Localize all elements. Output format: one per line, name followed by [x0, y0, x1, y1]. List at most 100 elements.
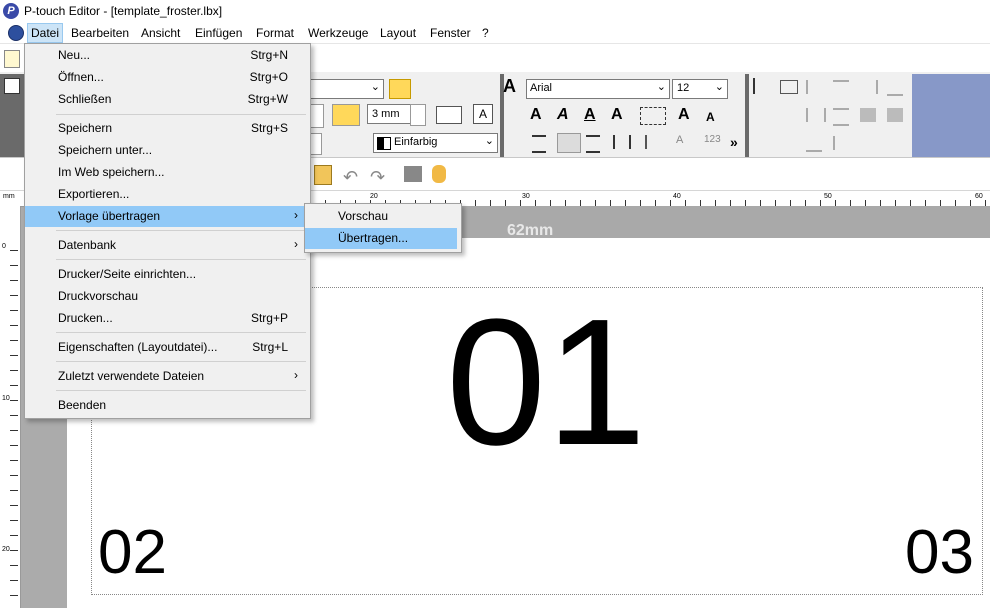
justify-icon[interactable] [613, 135, 631, 149]
ribbon-blue-panel [912, 74, 990, 157]
align-center-icon[interactable] [557, 133, 581, 153]
menu-item-save-as[interactable]: Speichern unter... [25, 140, 308, 161]
font-name-combo[interactable]: Arial ⌄ [526, 79, 670, 99]
underline-icon[interactable]: A [584, 106, 596, 124]
submenu-item-preview[interactable]: Vorschau [305, 206, 457, 227]
distribute-v-icon[interactable] [833, 108, 849, 126]
chevron-right-icon: › [294, 368, 298, 382]
ruler-label: 50 [824, 193, 832, 200]
menu-ansicht[interactable]: Ansicht [138, 24, 183, 42]
menu-item-page-setup[interactable]: Drucker/Seite einrichten... [25, 264, 308, 285]
more-icon[interactable]: » [730, 134, 738, 150]
p-touch-logo-icon: P [3, 3, 19, 19]
menu-item-database[interactable]: Datenbank › [25, 235, 308, 256]
page-icon [4, 78, 20, 94]
menu-bearbeiten[interactable]: Bearbeiten [68, 24, 132, 42]
menu-item-properties[interactable]: Eigenschaften (Layoutdatei)... Strg+L [25, 337, 308, 358]
menu-separator [56, 390, 306, 391]
magic-wand-icon[interactable] [332, 104, 360, 126]
menu-datei[interactable]: Datei [27, 23, 64, 43]
align-left-icon[interactable] [532, 135, 546, 153]
chevron-right-icon: › [294, 237, 298, 251]
menu-item-print-preview[interactable]: Druckvorschau [25, 286, 308, 307]
document-icon[interactable] [8, 25, 24, 41]
menu-separator [56, 332, 306, 333]
font-size-combo[interactable]: 12 ⌄ [672, 79, 728, 99]
object-icon[interactable] [404, 166, 422, 182]
text-tool-icon[interactable] [4, 50, 20, 68]
menu-item-transfer-template[interactable]: Vorlage übertragen › [25, 206, 308, 227]
menu-format[interactable]: Format [253, 24, 297, 42]
menu-layout[interactable]: Layout [377, 24, 419, 42]
menu-einfuegen[interactable]: Einfügen [192, 24, 245, 42]
text-align-icon[interactable] [436, 106, 462, 124]
menu-item-save-web[interactable]: Im Web speichern... [25, 162, 308, 183]
text-object-right[interactable]: 03 [905, 518, 974, 588]
menu-help[interactable]: ? [479, 24, 492, 42]
menu-separator [56, 259, 306, 260]
ribbon-divider [745, 74, 749, 157]
ruler-ticks [10, 250, 18, 608]
menu-item-open[interactable]: Öffnen... Strg+O [25, 67, 308, 88]
print-area-icon[interactable] [389, 79, 411, 99]
margin-spin[interactable] [410, 104, 426, 126]
ruler-label: 30 [522, 193, 530, 200]
redo-icon[interactable]: ↷ [370, 167, 385, 188]
menu-item-print[interactable]: Drucken... Strg+P [25, 308, 308, 329]
menu-werkzeuge[interactable]: Werkzeuge [305, 24, 371, 42]
center-h-icon[interactable] [806, 136, 822, 152]
ruler-label: 20 [370, 193, 378, 200]
same-width-icon[interactable] [860, 108, 876, 122]
combo-stub[interactable] [310, 133, 322, 155]
vertical-text-icon[interactable] [645, 135, 661, 149]
database-icon[interactable] [432, 165, 446, 183]
margin-field[interactable]: 3 mm [367, 104, 413, 124]
ruler-label: 0 [2, 243, 6, 250]
spin-button[interactable] [310, 104, 324, 128]
grow-font-icon[interactable]: A [678, 106, 690, 124]
text-object-left[interactable]: 02 [98, 518, 167, 588]
paper-combo[interactable]: ⌄ [310, 79, 384, 99]
paste-icon[interactable] [314, 165, 332, 185]
same-height-icon[interactable] [887, 108, 903, 122]
align-objects-top-icon[interactable] [833, 80, 849, 96]
table-icon[interactable] [780, 80, 798, 94]
ruler-label: 40 [673, 193, 681, 200]
center-v-icon[interactable] [833, 136, 851, 150]
menu-item-recent-files[interactable]: Zuletzt verwendete Dateien › [25, 366, 308, 387]
text-frame-icon[interactable]: A [473, 104, 493, 124]
undo-icon[interactable]: ↶ [343, 167, 358, 188]
menu-separator [56, 230, 306, 231]
menu-separator [56, 361, 306, 362]
ruler-label: 10 [2, 395, 10, 402]
shrink-font-icon[interactable]: A [706, 110, 715, 124]
menu-separator [56, 114, 306, 115]
ruler-label: 20 [2, 546, 10, 553]
menu-item-export[interactable]: Exportieren... [25, 184, 308, 205]
align-objects-bottom-icon[interactable] [887, 80, 903, 96]
menu-fenster[interactable]: Fenster [427, 24, 474, 42]
chevron-right-icon: › [294, 208, 298, 222]
align-objects-left-icon[interactable] [806, 80, 824, 94]
text-object-main[interactable]: 01 [446, 293, 646, 473]
outline-icon[interactable]: A [611, 106, 623, 124]
numbering-icon[interactable]: 123 [704, 134, 721, 145]
align-right-icon[interactable] [586, 135, 600, 153]
ruler-label: 60 [975, 193, 983, 200]
window-title: P-touch Editor - [template_froster.lbx] [24, 4, 223, 18]
menu-item-close[interactable]: Schließen Strg+W [25, 89, 308, 110]
menu-item-exit[interactable]: Beenden [25, 395, 308, 416]
menu-item-new[interactable]: Neu... Strg+N [25, 45, 308, 66]
menu-item-save[interactable]: Speichern Strg+S [25, 118, 308, 139]
font-icon: A [503, 76, 516, 96]
rotate-text-icon[interactable]: A [676, 134, 692, 150]
fill-combo[interactable]: Einfarbig ⌄ [373, 133, 498, 153]
bold-icon[interactable]: A [530, 106, 542, 124]
align-objects-right-icon[interactable] [860, 80, 878, 94]
submenu-item-transfer[interactable]: Übertragen... [305, 228, 457, 249]
layout-icon [753, 78, 769, 94]
distribute-h-icon[interactable] [806, 108, 826, 122]
italic-icon[interactable]: A [557, 106, 569, 124]
ruler-unit: mm [3, 193, 15, 200]
frame-icon[interactable] [640, 107, 666, 125]
